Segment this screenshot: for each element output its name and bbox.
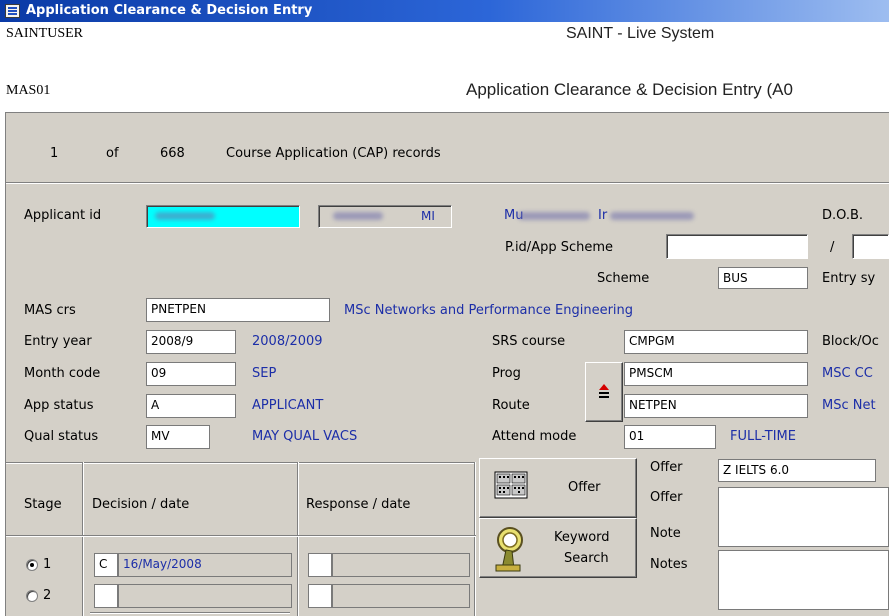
attend-mode-field[interactable]: 01 — [624, 425, 716, 449]
eject-button[interactable] — [585, 362, 623, 422]
offer-text-label: Offer — [650, 490, 683, 505]
dob-separator: / — [830, 240, 835, 255]
keyword-button-label-line1: Keyword — [554, 530, 610, 545]
screen-code: MAS01 — [6, 83, 51, 98]
applicant-name-field: MI — [318, 205, 452, 228]
app-status-field[interactable]: A — [146, 394, 236, 418]
note-label: Note — [650, 526, 681, 541]
decision-code-field[interactable] — [94, 584, 118, 608]
window-title-bar[interactable]: Application Clearance & Decision Entry — [0, 0, 889, 22]
response-date-field[interactable] — [332, 584, 470, 608]
entry-year-description: 2008/2009 — [252, 334, 323, 349]
offer-text-area[interactable] — [718, 487, 889, 547]
stage-column-header: Stage — [24, 497, 62, 512]
pid-scheme-field[interactable] — [666, 234, 808, 259]
dob-field[interactable] — [852, 234, 889, 259]
offer-button-label: Offer — [568, 480, 601, 495]
qual-status-field[interactable]: MV — [146, 425, 210, 449]
calculator-icon — [494, 471, 528, 499]
stage-number: 2 — [43, 588, 52, 603]
month-code-field[interactable]: 09 — [146, 362, 236, 386]
pid-scheme-label: P.id/App Scheme — [505, 240, 614, 255]
grid-header-divider — [6, 535, 476, 537]
record-current: 1 — [50, 146, 59, 161]
grid-divider — [297, 462, 299, 616]
offer-code-field[interactable]: Z IELTS 6.0 — [718, 459, 876, 482]
applicant-id-field[interactable] — [146, 205, 300, 228]
eject-icon — [599, 384, 609, 398]
app-status-label: App status — [24, 398, 94, 413]
stage-radio-1[interactable] — [26, 559, 38, 571]
mas-crs-description: MSc Networks and Performance Engineering — [344, 303, 634, 318]
scheme-field[interactable]: BUS — [718, 267, 808, 289]
grid-divider — [474, 462, 476, 616]
record-description: Course Application (CAP) records — [226, 146, 441, 161]
response-date-field[interactable] — [332, 553, 470, 577]
offer-label: Offer — [650, 460, 683, 475]
attend-mode-description: FULL-TIME — [730, 429, 796, 444]
attend-mode-label: Attend mode — [492, 429, 577, 444]
keyword-search-button[interactable]: Keyword Search — [479, 518, 637, 578]
record-of-label: of — [106, 146, 119, 161]
srs-course-field[interactable]: CMPGM — [624, 330, 808, 354]
srs-course-label: SRS course — [492, 334, 566, 349]
stage-number: 1 — [43, 557, 52, 572]
applicant-surname-b: Ir — [598, 208, 608, 223]
route-label: Route — [492, 398, 530, 413]
decision-date-field[interactable] — [118, 584, 292, 608]
prog-label: Prog — [492, 366, 521, 381]
entry-year-field[interactable]: 2008/9 — [146, 330, 236, 354]
route-description: MSc Net — [822, 398, 876, 413]
applicant-id-label: Applicant id — [24, 208, 102, 223]
response-column-header: Response / date — [306, 497, 411, 512]
notes-text-area[interactable] — [718, 550, 889, 610]
screen-title: Application Clearance & Decision Entry (… — [466, 80, 793, 99]
stage-radio-2[interactable] — [26, 590, 38, 602]
block-occurrence-label: Block/Oc — [822, 334, 879, 349]
name-initial: MI — [421, 209, 435, 223]
dob-label: D.O.B. — [822, 208, 864, 223]
divider — [6, 182, 889, 184]
grid-divider — [82, 462, 84, 616]
prog-description: MSC CC — [822, 366, 873, 381]
entry-system-label: Entry sy — [822, 271, 876, 286]
record-total: 668 — [160, 146, 185, 161]
keyword-button-label-line2: Search — [564, 551, 609, 566]
mas-crs-field[interactable]: PNETPEN — [146, 298, 330, 322]
app-status-description: APPLICANT — [252, 398, 324, 413]
decision-date-field[interactable]: 16/May/2008 — [118, 553, 292, 577]
qual-status-label: Qual status — [24, 429, 99, 444]
notes-label: Notes — [650, 557, 688, 572]
response-code-field[interactable] — [308, 584, 332, 608]
app-window-icon[interactable] — [5, 4, 20, 18]
decision-code-field[interactable]: C — [94, 553, 118, 577]
month-code-label: Month code — [24, 366, 101, 381]
divider — [6, 462, 476, 464]
decision-column-header: Decision / date — [92, 497, 190, 512]
system-name: SAINT - Live System — [566, 25, 715, 42]
scheme-label: Scheme — [597, 271, 650, 286]
current-user: SAINTUSER — [6, 26, 84, 41]
window-title: Application Clearance & Decision Entry — [26, 3, 313, 18]
prog-field[interactable]: PMSCM — [624, 362, 808, 386]
offer-button[interactable]: Offer — [479, 458, 637, 518]
response-code-field[interactable] — [308, 553, 332, 577]
qual-status-description: MAY QUAL VACS — [252, 429, 358, 444]
divider — [90, 612, 290, 614]
entry-year-label: Entry year — [24, 334, 92, 349]
mas-crs-label: MAS crs — [24, 303, 76, 318]
month-code-description: SEP — [252, 366, 277, 381]
route-field[interactable]: NETPEN — [624, 394, 808, 418]
magnifier-icon — [495, 527, 523, 572]
